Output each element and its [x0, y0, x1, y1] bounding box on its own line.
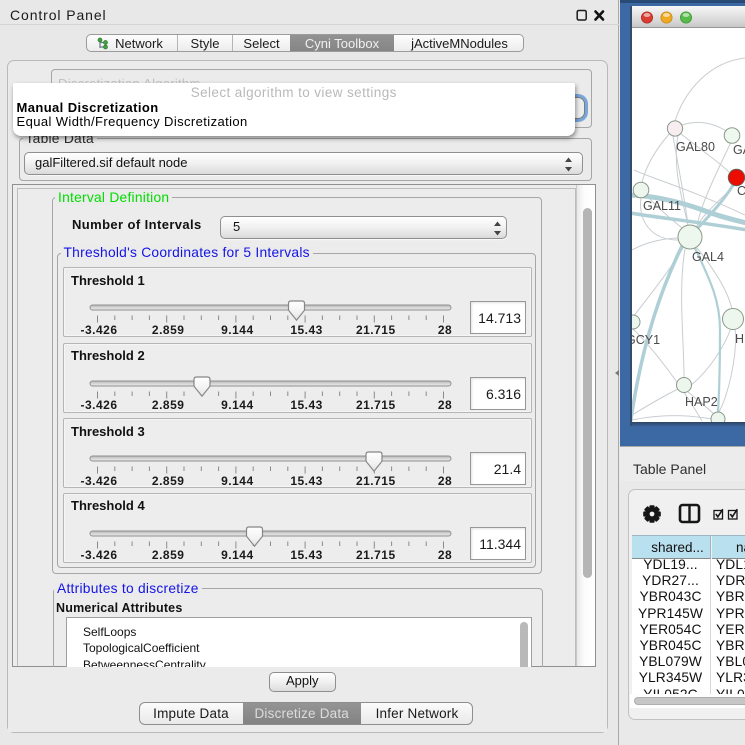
svg-text:GCY1: GCY1 [632, 333, 660, 347]
svg-text:GAL11: GAL11 [643, 199, 681, 213]
svg-text:HAP2: HAP2 [685, 395, 718, 409]
svg-text:H: H [735, 332, 744, 346]
svg-text:GA: GA [733, 143, 745, 157]
svg-text:C: C [737, 184, 745, 198]
svg-text:GAL4: GAL4 [692, 250, 724, 264]
svg-text:GAL80: GAL80 [676, 140, 715, 154]
